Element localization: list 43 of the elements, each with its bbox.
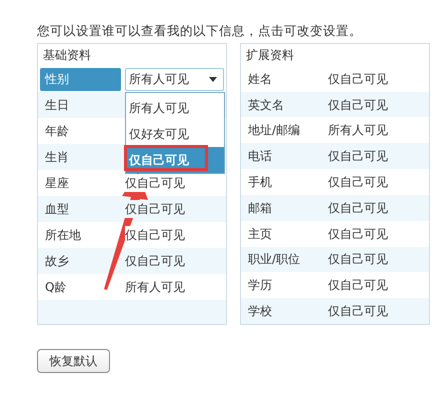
setting-row[interactable]: 职业/职位 仅自己可见 — [241, 246, 429, 272]
panel-title: 扩展资料 — [241, 44, 429, 66]
setting-row[interactable]: 手机 仅自己可见 — [241, 169, 429, 195]
row-label: 英文名 — [247, 96, 285, 114]
row-label: 生肖 — [44, 149, 70, 166]
row-label: 学校 — [247, 303, 273, 320]
setting-row[interactable]: 主页 仅自己可见 — [241, 220, 429, 247]
row-label: 故乡 — [44, 253, 70, 270]
setting-row[interactable]: 地址/邮编 所有人可见 — [241, 117, 429, 144]
row-label: 主页 — [247, 226, 273, 243]
setting-row[interactable]: 姓名 仅自己可见 — [241, 66, 429, 92]
row-label: 生日 — [44, 97, 70, 114]
dropdown-option[interactable]: 仅好友可见 — [126, 121, 224, 147]
caret-icon — [209, 76, 217, 82]
row-label: 学历 — [247, 277, 273, 294]
setting-row[interactable]: 所在地 仅自己可见 — [38, 222, 226, 248]
row-value: 仅自己可见 — [125, 200, 185, 218]
row-value: 仅自己可见 — [328, 173, 388, 191]
row-value: 仅自己可见 — [125, 252, 185, 270]
row-value: 仅自己可见 — [125, 174, 185, 192]
dropdown-option[interactable]: 所有人可见 — [126, 95, 224, 121]
row-label: 星座 — [44, 175, 70, 192]
row-label: 地址/邮编 — [247, 122, 302, 140]
row-label: 邮箱 — [247, 200, 273, 217]
row-value: 所有人可见 — [125, 278, 185, 296]
row-label: 年龄 — [44, 123, 70, 140]
intro-text: 您可以设置谁可以查看我的以下信息，点击可改变设置。 — [37, 22, 363, 39]
setting-row[interactable]: Q龄 所有人可见 — [38, 274, 226, 300]
setting-row[interactable]: 星座 仅自己可见 — [38, 170, 226, 196]
row-label: 手机 — [247, 174, 273, 191]
panel-title: 基础资料 — [38, 44, 226, 66]
row-label: 电话 — [247, 148, 273, 166]
row-label: 性别 — [40, 68, 121, 90]
row-label: 所在地 — [44, 227, 82, 244]
visibility-select[interactable]: 所有人可见 — [125, 68, 224, 90]
row-value: 仅自己可见 — [125, 226, 185, 244]
row-label: 姓名 — [247, 70, 273, 88]
setting-row[interactable]: 学历 仅自己可见 — [241, 272, 429, 298]
setting-row[interactable]: 英文名 仅自己可见 — [241, 92, 429, 118]
row-label: 职业/职位 — [247, 251, 302, 268]
row-label: Q龄 — [44, 279, 68, 296]
restore-defaults-button[interactable]: 恢复默认 — [37, 349, 110, 373]
row-label: 血型 — [44, 201, 70, 218]
